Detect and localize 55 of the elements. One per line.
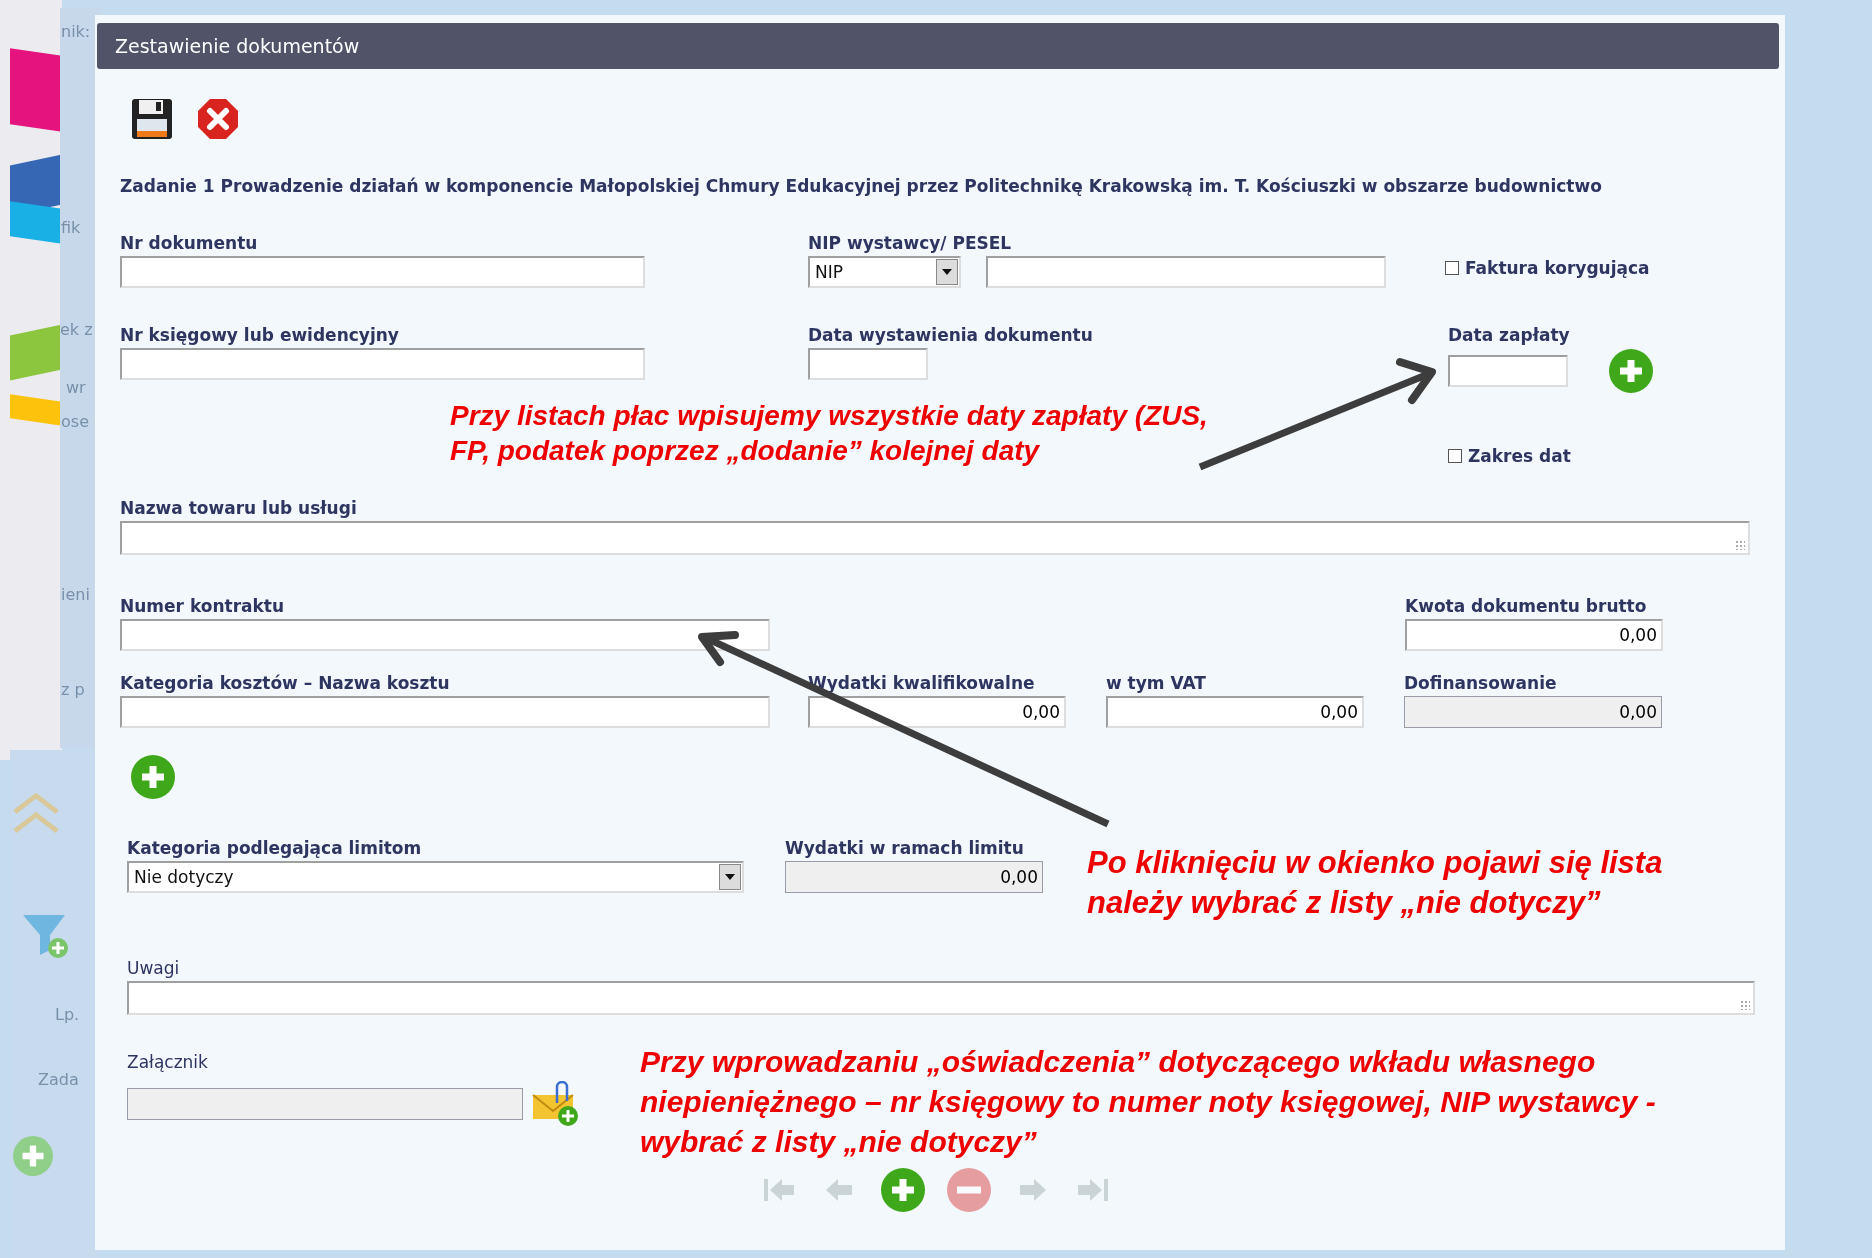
accounting-number-field[interactable] bbox=[120, 348, 645, 380]
field-label: NIP wystawcy/ PESEL bbox=[808, 232, 1012, 255]
limit-category-dropdown[interactable]: Nie dotyczy bbox=[127, 861, 744, 893]
dialog-title: Zestawienie dokumentów bbox=[97, 23, 1779, 69]
close-icon[interactable] bbox=[196, 97, 240, 141]
annotation-text: Przy listach płac wpisujemy wszystkie daty zapłaty (ZUS, FP, podatek poprzez „dodanie” kolejnej daty bbox=[450, 399, 1209, 468]
field-label: Dofinansowanie bbox=[1404, 672, 1557, 695]
add-icon[interactable] bbox=[130, 754, 176, 800]
date-field[interactable] bbox=[808, 348, 928, 380]
amount-field[interactable]: 0,00 bbox=[1405, 619, 1663, 651]
task-title: Zadanie 1 Prowadzenie działań w komponencie Małopolskiej Chmury Edukacyjnej przez Politechnikę Krakowską im. T. Kościuszki w obszarze budownictwo bbox=[120, 176, 1603, 196]
background-text: nik: bbox=[61, 22, 91, 41]
background-text: ek z bbox=[60, 320, 93, 339]
annotation-text: Po kliknięciu w okienko pojawi się lista należy wybrać z listy „nie dotyczy” bbox=[1087, 844, 1664, 922]
field-label: Nr księgowy lub ewidencyjny bbox=[120, 324, 399, 347]
cost-category-field[interactable] bbox=[120, 696, 770, 728]
background-text: ose bbox=[61, 412, 89, 431]
field-label: Data zapłaty bbox=[1448, 324, 1570, 347]
amount-field[interactable]: 0,00 bbox=[808, 696, 1066, 728]
checkbox-label: Faktura korygująca bbox=[1465, 258, 1650, 278]
product-name-field[interactable] bbox=[120, 521, 1750, 555]
background-text: z p bbox=[61, 680, 85, 699]
nip-field[interactable] bbox=[986, 256, 1386, 288]
field-label: Kategoria podlegająca limitom bbox=[127, 837, 422, 860]
add-icon[interactable] bbox=[1608, 348, 1654, 394]
caret-icon bbox=[942, 269, 952, 275]
caret-icon bbox=[725, 874, 735, 880]
field-label: w tym VAT bbox=[1106, 672, 1206, 695]
field-label: Kategoria kosztów – Nazwa kosztu bbox=[120, 672, 450, 695]
checkbox[interactable] bbox=[1448, 449, 1462, 463]
field-label: Numer kontraktu bbox=[120, 595, 285, 618]
id-type-dropdown[interactable]: NIP bbox=[808, 256, 961, 288]
add-icon[interactable] bbox=[880, 1167, 926, 1213]
checkbox[interactable] bbox=[1445, 261, 1459, 275]
field-label: Załącznik bbox=[127, 1051, 208, 1074]
field-label: Kwota dokumentu brutto bbox=[1405, 595, 1647, 618]
checkbox-label: Zakres dat bbox=[1468, 446, 1571, 466]
background-text: ieni bbox=[61, 585, 90, 604]
field-label: Nr dokumentu bbox=[120, 232, 258, 255]
add-icon[interactable] bbox=[12, 1135, 54, 1177]
notes-field[interactable] bbox=[127, 981, 1755, 1015]
field-label: Nazwa towaru lub usługi bbox=[120, 497, 357, 520]
field-label: Wydatki w ramach limitu bbox=[785, 837, 1024, 860]
envelope-attach-icon[interactable] bbox=[531, 1081, 579, 1127]
amount-field[interactable]: 0,00 bbox=[1106, 696, 1364, 728]
field-label: Data wystawienia dokumentu bbox=[808, 324, 1093, 347]
background-text: wr bbox=[66, 378, 86, 397]
background-text: Lp. bbox=[55, 1005, 80, 1024]
date-field[interactable] bbox=[1448, 355, 1568, 387]
annotation-text: Przy wprowadzaniu „oświadczenia” dotyczącego wkładu własnego niepieniężnego – nr księgowy to numer noty księgowej, NIP wystawcy - wybrać z listy „nie dotyczy” bbox=[640, 1044, 1657, 1160]
document-number-field[interactable] bbox=[120, 256, 645, 288]
contract-number-field[interactable] bbox=[120, 619, 770, 651]
field-label: Uwagi bbox=[127, 957, 180, 980]
background-text: Zada bbox=[38, 1070, 79, 1089]
background-text: fik bbox=[61, 218, 81, 237]
